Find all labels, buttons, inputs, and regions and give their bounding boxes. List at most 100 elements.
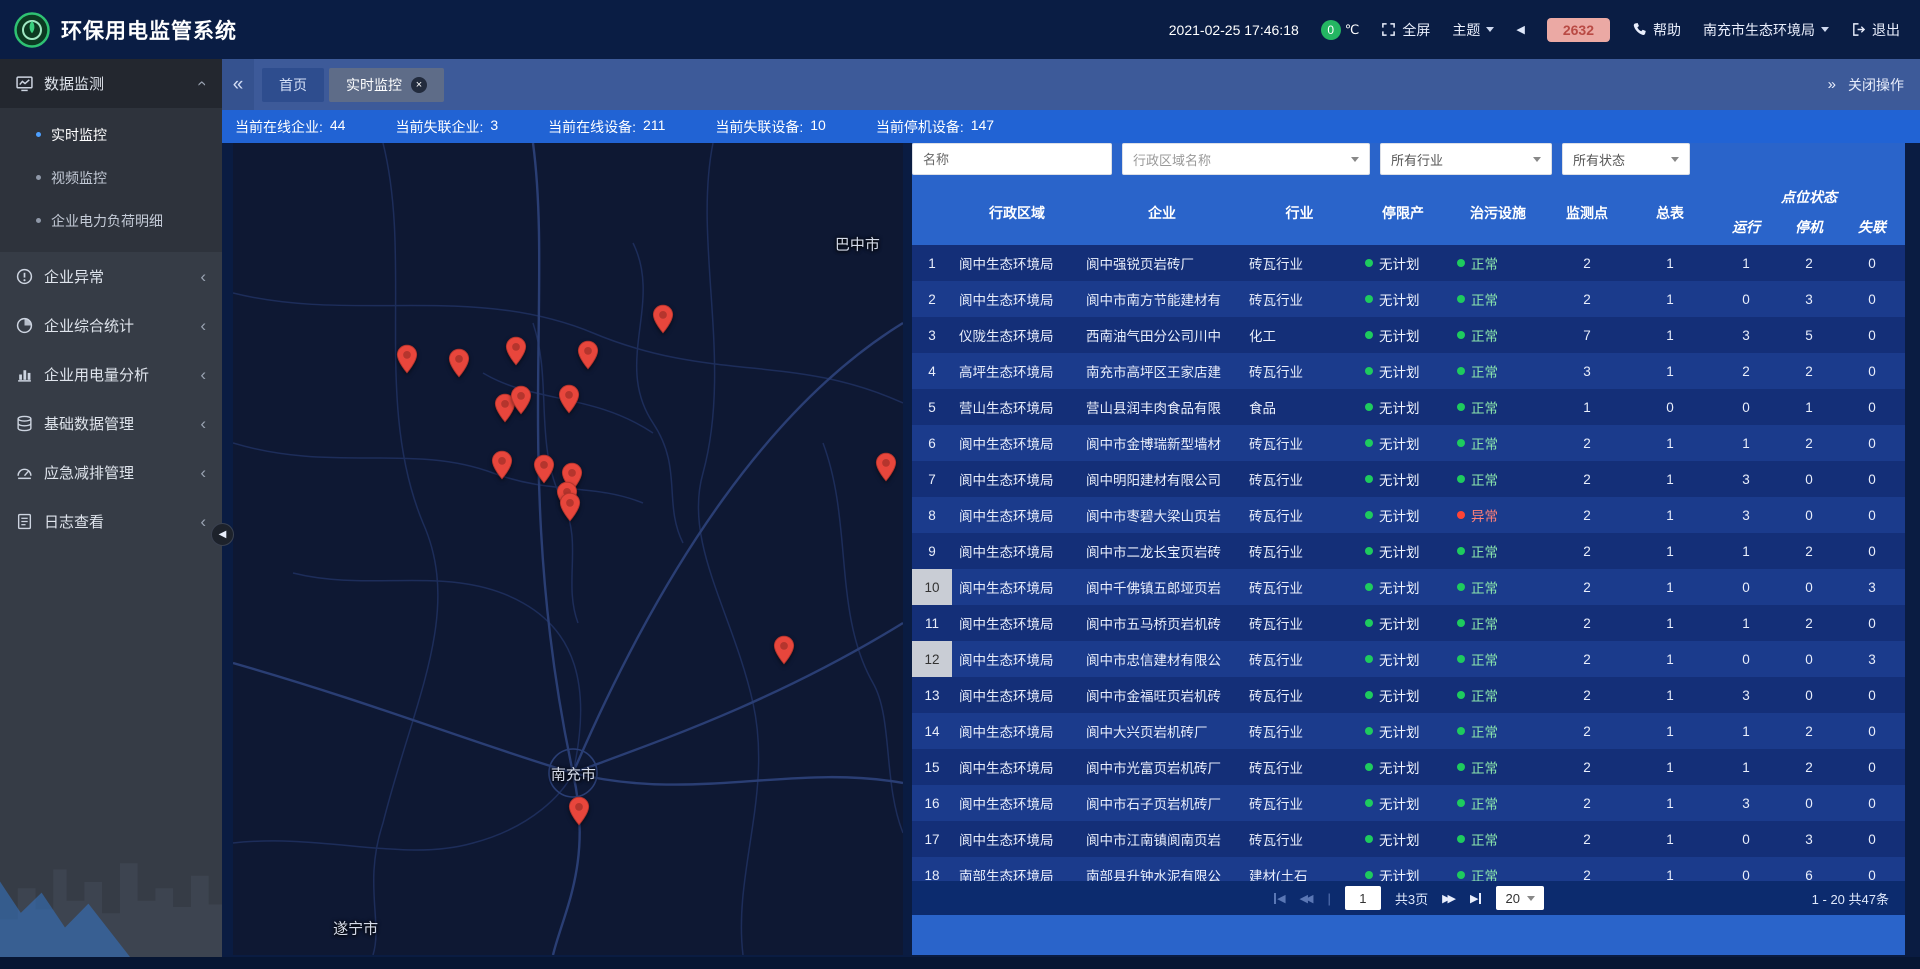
table-row[interactable]: 6阆中生态环境局阆中市金博瑞新型墙材砖瓦行业无计划正常21120 bbox=[912, 425, 1905, 461]
map-pin[interactable] bbox=[491, 450, 513, 480]
chevron-down-icon: ‹ bbox=[195, 81, 212, 87]
sidebar-subitem-realtime-monitor[interactable]: 实时监控 bbox=[0, 113, 222, 156]
org-dropdown[interactable]: 南充市生态环境局 bbox=[1703, 20, 1829, 40]
sidebar-group-power-analysis: 企业用电量分析‹ bbox=[0, 350, 222, 399]
cell-limit: 无计划 bbox=[1357, 353, 1449, 389]
status-dot-green bbox=[1365, 763, 1373, 771]
cell-limit: 无计划 bbox=[1357, 749, 1449, 785]
logout-button[interactable]: 退出 bbox=[1851, 20, 1900, 40]
theme-dropdown[interactable]: 主题 bbox=[1452, 20, 1494, 40]
cell-company: 阆中市石子页岩机砖厂 bbox=[1082, 785, 1242, 821]
sidebar-item-log-view[interactable]: 日志查看‹ bbox=[0, 497, 222, 546]
cell-facility: 正常 bbox=[1449, 641, 1547, 677]
table-row[interactable]: 17阆中生态环境局阆中市江南镇阆南页岩砖瓦行业无计划正常21030 bbox=[912, 821, 1905, 857]
tab-home[interactable]: 首页 bbox=[262, 68, 324, 102]
facility-text: 正常 bbox=[1471, 685, 1498, 705]
map-panel[interactable]: 巴中市南充市遂宁市 bbox=[233, 143, 903, 955]
table-row[interactable]: 4高坪生态环境局南充市高坪区王家店建砖瓦行业无计划正常31220 bbox=[912, 353, 1905, 389]
table-row[interactable]: 16阆中生态环境局阆中市石子页岩机砖厂砖瓦行业无计划正常21300 bbox=[912, 785, 1905, 821]
sidebar-item-enterprise-stats[interactable]: 企业综合统计‹ bbox=[0, 301, 222, 350]
sidebar-subitem-video-monitor[interactable]: 视频监控 bbox=[0, 156, 222, 199]
prev-page-button[interactable]: ◀◀ bbox=[1300, 892, 1314, 905]
tab-scroll-right-icon[interactable]: » bbox=[1828, 76, 1836, 93]
cell-region: 阆中生态环境局 bbox=[952, 785, 1082, 821]
map-pin[interactable] bbox=[652, 304, 674, 334]
region-select[interactable]: 行政区域名称 bbox=[1122, 143, 1370, 175]
limit-text: 无计划 bbox=[1379, 721, 1420, 741]
table-row[interactable]: 9阆中生态环境局阆中市二龙长宝页岩砖砖瓦行业无计划正常21120 bbox=[912, 533, 1905, 569]
table-row[interactable]: 13阆中生态环境局阆中市金福旺页岩机砖砖瓦行业无计划正常21300 bbox=[912, 677, 1905, 713]
cell-index: 9 bbox=[912, 533, 952, 569]
facility-text: 正常 bbox=[1471, 721, 1498, 741]
tab-realtime[interactable]: 实时监控× bbox=[329, 68, 444, 102]
last-page-button[interactable]: ▶ bbox=[1470, 892, 1482, 905]
status-select[interactable]: 所有状态 bbox=[1562, 143, 1690, 175]
close-operations-button[interactable]: 关闭操作 bbox=[1848, 75, 1904, 95]
page-size-select[interactable]: 20 bbox=[1496, 886, 1543, 910]
city-label: 巴中市 bbox=[835, 233, 880, 254]
cell-points: 2 bbox=[1547, 425, 1627, 461]
table-row[interactable]: 10阆中生态环境局阆中千佛镇五郎垭页岩砖瓦行业无计划正常21003 bbox=[912, 569, 1905, 605]
map-pin[interactable] bbox=[577, 340, 599, 370]
status-dot-green bbox=[1457, 403, 1465, 411]
industry-select[interactable]: 所有行业 bbox=[1380, 143, 1552, 175]
cell-index: 17 bbox=[912, 821, 952, 857]
cell-stopped: 0 bbox=[1779, 677, 1839, 713]
sidebar-item-enterprise-abnormal[interactable]: 企业异常‹ bbox=[0, 252, 222, 301]
cell-company: 阆中市枣碧大梁山页岩 bbox=[1082, 497, 1242, 533]
alarm-count-badge[interactable]: 2632 bbox=[1547, 18, 1610, 42]
cell-stopped: 0 bbox=[1779, 497, 1839, 533]
help-button[interactable]: 帮助 bbox=[1632, 20, 1681, 40]
table-row[interactable]: 2阆中生态环境局阆中市南方节能建材有砖瓦行业无计划正常21030 bbox=[912, 281, 1905, 317]
map-pin[interactable] bbox=[559, 492, 581, 522]
tab-scroll-left-icon[interactable]: « bbox=[222, 59, 254, 110]
sidebar-item-power-analysis[interactable]: 企业用电量分析‹ bbox=[0, 350, 222, 399]
cell-stopped: 2 bbox=[1779, 605, 1839, 641]
next-page-button[interactable]: ▶▶ bbox=[1442, 892, 1456, 905]
map-pin[interactable] bbox=[396, 344, 418, 374]
table-row[interactable]: 5营山生态环境局营山县润丰肉食品有限食品无计划正常10010 bbox=[912, 389, 1905, 425]
table-row[interactable]: 3仪陇生态环境局西南油气田分公司川中化工无计划正常71350 bbox=[912, 317, 1905, 353]
collapse-sidebar-button[interactable]: ◀ bbox=[211, 523, 234, 546]
help-label: 帮助 bbox=[1653, 20, 1681, 40]
fullscreen-button[interactable]: 全屏 bbox=[1381, 20, 1430, 40]
map-pin[interactable] bbox=[505, 336, 527, 366]
close-icon[interactable]: × bbox=[411, 77, 427, 93]
industry-select-value: 所有行业 bbox=[1391, 150, 1443, 169]
map-pin[interactable] bbox=[510, 385, 532, 415]
table-row[interactable]: 18南部生态环境局南部县升钟水泥有限公建材(土石无计划正常21060 bbox=[912, 857, 1905, 881]
stat-value: 211 bbox=[643, 117, 665, 137]
map-pin[interactable] bbox=[533, 454, 555, 484]
facility-text: 正常 bbox=[1471, 613, 1498, 633]
sidebar-item-data-monitoring[interactable]: 数据监测‹ bbox=[0, 59, 222, 108]
sidebar-item-label: 企业异常 bbox=[44, 266, 189, 287]
name-filter-input[interactable] bbox=[912, 143, 1112, 175]
table-row[interactable]: 14阆中生态环境局阆中大兴页岩机砖厂砖瓦行业无计划正常21120 bbox=[912, 713, 1905, 749]
map-pin[interactable] bbox=[773, 635, 795, 665]
page-number-input[interactable] bbox=[1345, 886, 1381, 910]
table-row[interactable]: 8阆中生态环境局阆中市枣碧大梁山页岩砖瓦行业无计划异常21300 bbox=[912, 497, 1905, 533]
status-dot-green bbox=[1365, 403, 1373, 411]
skyline-blue-shape bbox=[0, 865, 130, 957]
sidebar-item-emergency-reduction[interactable]: 应急减排管理‹ bbox=[0, 448, 222, 497]
table-row[interactable]: 15阆中生态环境局阆中市光富页岩机砖厂砖瓦行业无计划正常21120 bbox=[912, 749, 1905, 785]
map-pin[interactable] bbox=[875, 452, 897, 482]
status-dot-green bbox=[1365, 547, 1373, 555]
map-pin[interactable] bbox=[568, 796, 590, 826]
table-row[interactable]: 11阆中生态环境局阆中市五马桥页岩机砖砖瓦行业无计划正常21120 bbox=[912, 605, 1905, 641]
first-page-button[interactable]: ◀ bbox=[1273, 892, 1285, 905]
table-row[interactable]: 1阆中生态环境局阆中强锐页岩砖厂砖瓦行业无计划正常21120 bbox=[912, 245, 1905, 281]
map-pin[interactable] bbox=[448, 348, 470, 378]
marquee-arrow-icon[interactable]: ◀ bbox=[1516, 23, 1524, 36]
sidebar-subitem-power-load-detail[interactable]: 企业电力负荷明细 bbox=[0, 199, 222, 242]
table-row[interactable]: 7阆中生态环境局阆中明阳建材有限公司砖瓦行业无计划正常21300 bbox=[912, 461, 1905, 497]
sidebar-skyline-decoration bbox=[0, 807, 222, 957]
bar-icon bbox=[1274, 893, 1276, 904]
table-row[interactable]: 12阆中生态环境局阆中市忠信建材有限公砖瓦行业无计划正常21003 bbox=[912, 641, 1905, 677]
map-pin[interactable] bbox=[558, 384, 580, 414]
sidebar-item-base-data[interactable]: 基础数据管理‹ bbox=[0, 399, 222, 448]
temperature-unit: ℃ bbox=[1345, 22, 1360, 38]
stat-label: 当前在线企业: bbox=[235, 117, 323, 137]
tab-label: 首页 bbox=[279, 75, 307, 95]
cell-stopped: 2 bbox=[1779, 713, 1839, 749]
